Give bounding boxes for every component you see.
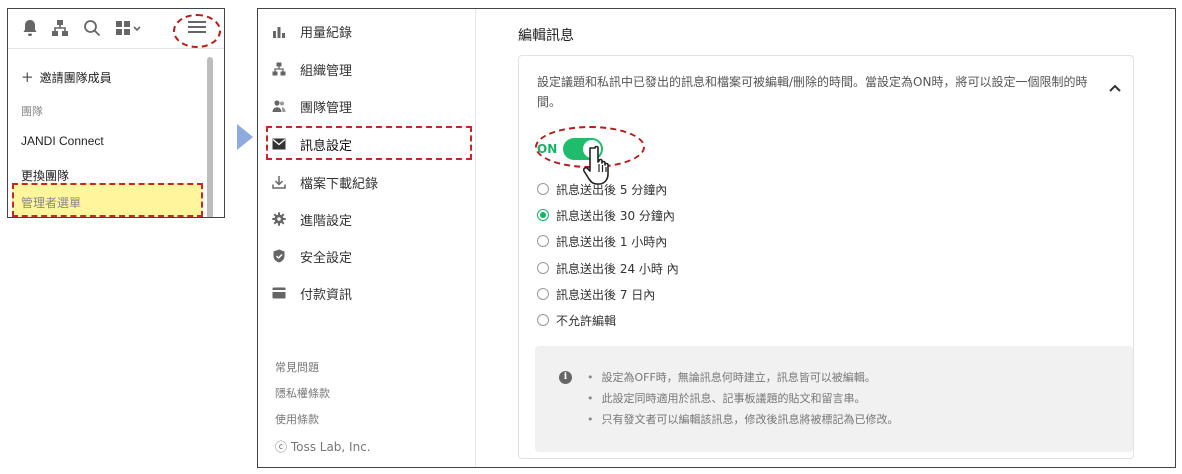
radio-button[interactable]: [537, 235, 549, 247]
note-line: 設定為OFF時，無論訊息何時建立，訊息皆可以被編輯。: [587, 369, 876, 385]
sidebar-item-label: 團隊管理: [300, 100, 353, 116]
info-icon: i: [559, 371, 572, 384]
sidebar-item-label: 組織管理: [300, 63, 353, 79]
option-30-minutes[interactable]: 訊息送出後 30 分鐘內: [537, 206, 675, 224]
option-no-edit[interactable]: 不允許編輯: [537, 311, 616, 329]
info-note-box: i 設定為OFF時，無論訊息何時建立，訊息皆可以被編輯。 此設定同時適用於訊息、…: [535, 346, 1133, 452]
mini-panel: + 邀請團隊成員 團隊 JANDI Connect 更換團隊 管理者選單: [7, 8, 225, 218]
settings-sidebar: 用量紀錄 組織管理 團隊管理 訊息設定 檔案下載紀錄 進階設定 安全設定 付款資…: [258, 9, 476, 467]
radio-button[interactable]: [537, 262, 549, 274]
mini-toolbar: [8, 9, 224, 49]
setting-description: 設定議題和私訊中已發出的訊息和檔案可被編輯/刪除的時間。當設定為ON時，將可以設…: [537, 75, 1088, 109]
admin-settings-window: 用量紀錄 組織管理 團隊管理 訊息設定 檔案下載紀錄 進階設定 安全設定 付款資…: [257, 8, 1176, 468]
sidebar-item-download-log[interactable]: 檔案下載紀錄: [272, 172, 378, 192]
sidebar-item-team[interactable]: 團隊管理: [272, 96, 352, 116]
plus-icon: +: [21, 68, 34, 86]
option-1-hour[interactable]: 訊息送出後 1 小時內: [537, 232, 667, 250]
org-chart-icon[interactable]: [50, 19, 70, 39]
sidebar-item-security[interactable]: 安全設定: [272, 246, 352, 266]
switch-team-item[interactable]: 更換團隊: [21, 167, 69, 184]
option-label: 訊息送出後 1 小時內: [556, 234, 668, 249]
hand-pointer-icon: [583, 145, 609, 185]
note-line: 只有發文者可以編輯該訊息，修改後訊息將被標記為已修改。: [587, 411, 899, 427]
jandi-connect-item[interactable]: JANDI Connect: [21, 134, 104, 148]
sidebar-item-usage[interactable]: 用量紀錄: [272, 21, 352, 41]
download-icon: [272, 175, 286, 189]
copyright-text: ⓒ Toss Lab, Inc.: [275, 440, 371, 454]
privacy-link[interactable]: 隱私權條款: [275, 385, 330, 401]
note-line: 此設定同時適用於訊息、記事板議題的貼文和留言串。: [587, 390, 866, 406]
faq-link[interactable]: 常見問題: [275, 359, 319, 375]
admin-menu-label: 管理者選單: [21, 196, 82, 210]
message-settings-annotation-box: [266, 126, 472, 160]
sidebar-item-label: 安全設定: [300, 250, 353, 266]
radio-button[interactable]: [537, 183, 549, 195]
option-24-hours[interactable]: 訊息送出後 24 小時 內: [537, 259, 679, 277]
right-arrow-icon: [237, 124, 253, 150]
search-icon[interactable]: [82, 19, 102, 39]
sidebar-item-advanced[interactable]: 進階設定: [272, 209, 352, 229]
terms-link[interactable]: 使用條款: [275, 411, 319, 427]
gear-icon: [272, 212, 286, 226]
option-label: 訊息送出後 7 日內: [556, 287, 656, 302]
option-label: 訊息送出後 30 分鐘內: [556, 208, 675, 223]
admin-menu-item[interactable]: 管理者選單: [12, 183, 203, 217]
bar-chart-icon: [272, 24, 286, 38]
sidebar-item-organization[interactable]: 組織管理: [272, 59, 352, 79]
sidebar-item-label: 用量紀錄: [300, 25, 353, 41]
settings-content: 編輯訊息 設定議題和私訊中已發出的訊息和檔案可被編輯/刪除的時間。當設定為ON時…: [477, 9, 1175, 467]
team-section-label: 團隊: [21, 105, 43, 118]
apps-grid-icon[interactable]: [114, 19, 144, 39]
option-label: 不允許編輯: [556, 313, 617, 328]
shield-icon: [272, 249, 286, 263]
radio-button[interactable]: [537, 288, 549, 300]
sidebar-item-label: 付款資訊: [300, 287, 353, 303]
invite-members-label: 邀請團隊成員: [39, 71, 112, 85]
chevron-up-icon[interactable]: [1107, 80, 1123, 96]
option-label: 訊息送出後 24 小時 內: [556, 261, 679, 276]
sidebar-item-label: 進階設定: [300, 213, 353, 229]
radio-button-checked[interactable]: [537, 209, 549, 221]
mini-scrollbar[interactable]: [207, 57, 213, 217]
sidebar-item-label: 檔案下載紀錄: [300, 176, 379, 192]
option-7-days[interactable]: 訊息送出後 7 日內: [537, 285, 655, 303]
sidebar-item-payment[interactable]: 付款資訊: [272, 283, 352, 303]
card-icon: [272, 286, 286, 300]
radio-button[interactable]: [537, 314, 549, 326]
people-icon: [272, 99, 286, 113]
hamburger-annotation-circle: [173, 14, 221, 48]
bell-icon[interactable]: [20, 19, 40, 39]
edit-message-card: 設定議題和私訊中已發出的訊息和檔案可被編輯/刪除的時間。當設定為ON時，將可以設…: [518, 55, 1134, 459]
page-title: 編輯訊息: [518, 28, 574, 44]
invite-members-item[interactable]: + 邀請團隊成員: [21, 68, 112, 86]
org-chart-icon: [272, 62, 286, 76]
